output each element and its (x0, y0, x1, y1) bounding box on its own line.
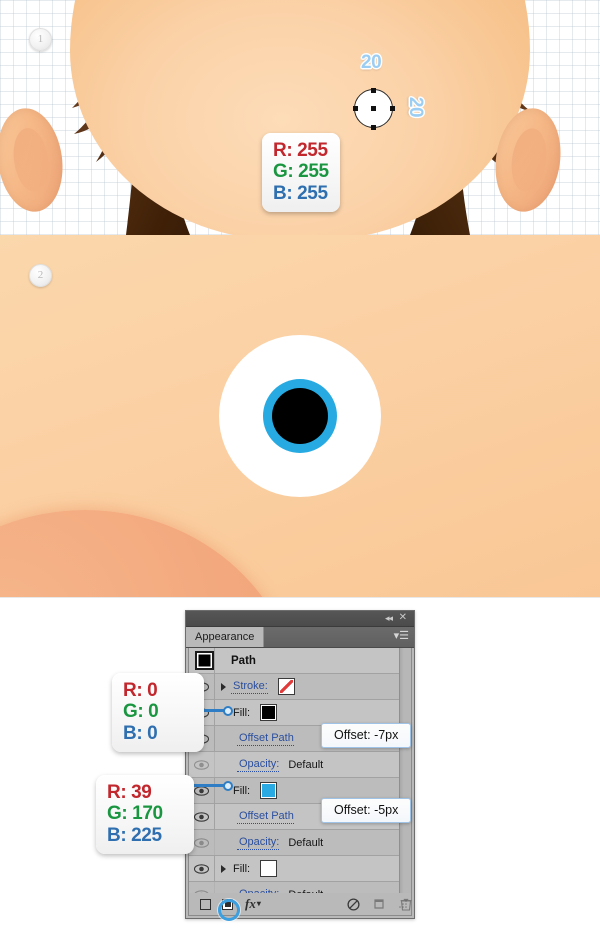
cheek-shading (0, 510, 300, 598)
eye-icon (194, 811, 209, 822)
row-opacity-1[interactable]: Opacity: Default (189, 752, 399, 778)
dimension-label-height: 20 (405, 96, 427, 118)
step-badge-2: 2 (29, 264, 52, 287)
appearance-target-row[interactable]: Path (189, 648, 399, 674)
appearance-rows: Path Stroke: Fill: Offset Path Opacity: … (189, 648, 399, 908)
callout-red-value: R: 255 (273, 140, 328, 161)
no-style-icon[interactable] (347, 897, 360, 911)
fill-swatch-black[interactable] (260, 704, 278, 721)
row-label-opacity-1[interactable]: Opacity: (237, 758, 280, 772)
callout-green-value: G: 0 (123, 701, 159, 723)
callout-red-value: R: 39 (107, 782, 152, 803)
prohibition-icon (347, 897, 360, 911)
color-callout-white: R: 255 G: 255 B: 255 (262, 133, 340, 213)
anchor-point-left[interactable] (352, 106, 358, 111)
dimension-label-width: 20 (361, 52, 382, 73)
anchor-point-bottom[interactable] (371, 124, 376, 130)
eye-pupil-shape (272, 388, 328, 444)
callout-red-value: R: 0 (123, 680, 158, 701)
stroke-swatch-none[interactable] (277, 678, 295, 695)
callout-green-value: G: 255 (273, 161, 329, 183)
chevron-right-icon (220, 682, 226, 691)
anchor-point-top[interactable] (371, 87, 376, 93)
visibility-toggle-fill-white[interactable] (189, 856, 215, 881)
duplicate-icon (374, 899, 384, 909)
row-stroke[interactable]: Stroke: (189, 674, 399, 700)
panel-row-list: Path Stroke: Fill: Offset Path Opacity: … (188, 648, 412, 908)
panel-tab-bar: Appearance ▾☰ (186, 627, 414, 648)
fx-menu-button[interactable]: fx ▾ (245, 896, 261, 911)
eye-icon (194, 863, 209, 874)
fx-caret-icon: ▾ (256, 899, 261, 908)
ear-inner-left (9, 125, 53, 194)
row-opacity-2[interactable]: Opacity: Default (189, 830, 399, 856)
chevron-right-icon (220, 864, 226, 873)
collapse-icon[interactable]: ◂◂ (385, 613, 393, 624)
callout-blue-value: B: 0 (123, 722, 158, 744)
appearance-panel: ◂◂ ✕ Appearance ▾☰ Path Stroke: Fill: Of… (185, 610, 415, 919)
row-label-fill-blue: Fill: (233, 784, 251, 797)
tooltip-offset-5px: Offset: -5px (321, 798, 412, 823)
tab-appearance[interactable]: Appearance (186, 627, 265, 647)
eye-icon (194, 837, 209, 848)
connector-endpoint (223, 705, 233, 716)
duplicate-item-icon[interactable] (374, 898, 386, 910)
row-label-opacity-2[interactable]: Opacity: (237, 836, 280, 850)
color-callout-black-fill: R: 0 G: 0 B: 0 (112, 673, 204, 753)
row-fill-white[interactable]: Fill: (189, 856, 399, 882)
hollow-square-glyph (200, 898, 211, 910)
visibility-toggle-opacity-1[interactable] (189, 752, 215, 777)
row-value-opacity-2: Default (288, 836, 324, 849)
row-label-fill-white: Fill: (233, 862, 251, 875)
highlight-ring-clear-appearance (218, 899, 240, 921)
eye-icon (194, 759, 209, 770)
target-thumbnail-cell (189, 648, 215, 673)
close-icon[interactable]: ✕ (399, 612, 407, 623)
callout-blue-value: B: 225 (107, 824, 162, 846)
connector-endpoint (223, 780, 233, 791)
screenshot-root: 1 20 20 R: 255 G: 255 B: 255 2 ◂◂ ✕ Appe… (0, 0, 600, 935)
eye-icon (194, 785, 209, 796)
row-label-offset-path-2[interactable]: Offset Path (237, 810, 294, 824)
target-label: Path (231, 654, 256, 667)
new-art-basic-appearance-icon[interactable] (200, 898, 211, 910)
anchor-point-right[interactable] (389, 106, 395, 111)
fx-label: fx (245, 896, 256, 911)
expand-triangle-fill-white[interactable] (215, 864, 231, 873)
resize-grip-icon[interactable] (399, 895, 408, 913)
panel-scrollbar[interactable] (399, 648, 411, 901)
path-thumbnail-icon (195, 651, 214, 670)
ear-inner-right (507, 126, 551, 195)
grip-dots (399, 900, 407, 908)
tooltip-offset-7px: Offset: -7px (321, 723, 412, 748)
row-label-fill-black: Fill: (233, 706, 251, 719)
row-value-opacity-1: Default (288, 758, 324, 771)
expand-triangle-stroke[interactable] (215, 682, 231, 691)
row-label-stroke[interactable]: Stroke: (231, 680, 268, 694)
selected-ellipse-path[interactable] (352, 87, 395, 130)
callout-blue-value: B: 255 (273, 182, 328, 204)
panel-menu-icon[interactable]: ▾☰ (394, 630, 409, 643)
fill-swatch-blue[interactable] (260, 782, 278, 799)
color-callout-blue-fill: R: 39 G: 170 B: 225 (96, 775, 194, 855)
panel-title-bar: ◂◂ ✕ (186, 611, 414, 627)
tutorial-step-1-canvas: 1 20 20 R: 255 G: 255 B: 255 (0, 0, 600, 235)
row-label-offset-path-1[interactable]: Offset Path (237, 732, 294, 746)
step-badge-1: 1 (29, 28, 52, 51)
fill-swatch-white[interactable] (260, 860, 278, 877)
callout-green-value: G: 170 (107, 803, 163, 825)
center-point (371, 106, 376, 111)
